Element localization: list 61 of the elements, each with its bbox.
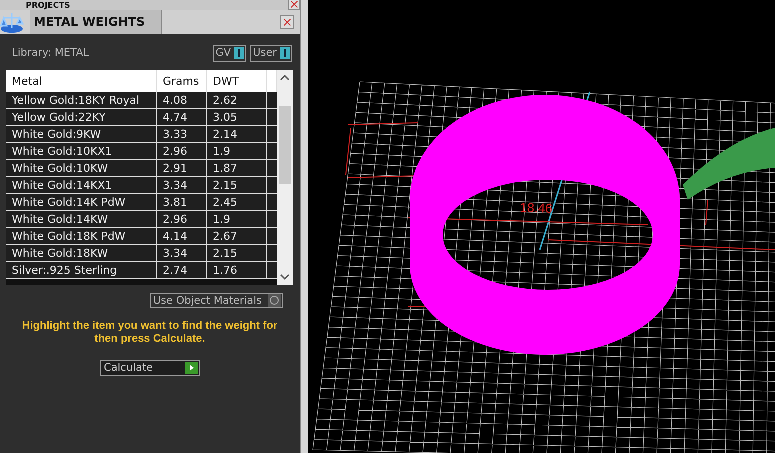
column-header[interactable]: DWT: [207, 70, 267, 92]
table-cell: [267, 160, 277, 177]
column-header: [267, 70, 277, 92]
scrollbar[interactable]: [277, 70, 293, 285]
use-object-materials-button[interactable]: Use Object Materials: [150, 293, 283, 308]
table-cell[interactable]: 2.91: [157, 160, 207, 177]
table-cell[interactable]: 3.05: [207, 109, 267, 126]
table-cell[interactable]: 2.45: [207, 194, 267, 211]
table-cell[interactable]: White Gold:14K PdW: [6, 194, 157, 211]
table-cell: [267, 143, 277, 160]
table-cell[interactable]: 1.87: [207, 160, 267, 177]
close-icon[interactable]: [288, 0, 300, 10]
table-cell: [267, 262, 277, 279]
panel-title: PROJECTS: [25, 2, 70, 10]
table-cell[interactable]: 2.96: [157, 211, 207, 228]
table-cell[interactable]: White Gold:18K PdW: [6, 228, 157, 245]
table-cell: [267, 245, 277, 262]
table-cell[interactable]: 3.34: [157, 177, 207, 194]
column-header[interactable]: Metal: [6, 70, 157, 92]
calculate-button[interactable]: Calculate: [100, 360, 200, 376]
table-cell[interactable]: 4.74: [157, 109, 207, 126]
table-cell[interactable]: 2.96: [157, 143, 207, 160]
table-cell: [267, 194, 277, 211]
table-cell[interactable]: 3.81: [157, 194, 207, 211]
table-cell[interactable]: White Gold:14KX1: [6, 177, 157, 194]
table-cell[interactable]: 2.14: [207, 126, 267, 143]
table-cell[interactable]: 4.08: [157, 92, 207, 109]
toggle-switch[interactable]: GV: [212, 44, 246, 62]
table-cell: [267, 211, 277, 228]
table-cell: [267, 92, 277, 109]
column-header[interactable]: Grams: [157, 70, 207, 92]
toggle-switch[interactable]: User: [250, 44, 292, 62]
table-cell[interactable]: White Gold:9KW: [6, 126, 157, 143]
table-cell[interactable]: 1.9: [207, 143, 267, 160]
table-cell[interactable]: 2.15: [207, 177, 267, 194]
table-cell[interactable]: 2.15: [207, 245, 267, 262]
table-cell[interactable]: 3.33: [157, 126, 207, 143]
library-label: Library: METAL: [12, 47, 90, 59]
table-cell: [267, 109, 277, 126]
table-cell[interactable]: 2.67: [207, 228, 267, 245]
table-cell[interactable]: 3.34: [157, 245, 207, 262]
table-cell: [267, 177, 277, 194]
table-cell[interactable]: White Gold:10KW: [6, 160, 157, 177]
table-cell[interactable]: White Gold:18KW: [6, 245, 157, 262]
close-icon[interactable]: [280, 15, 294, 29]
scale-icon: [0, 10, 26, 34]
table-cell[interactable]: 2.74: [157, 262, 207, 279]
table-cell[interactable]: White Gold:14KW: [6, 211, 157, 228]
table-cell[interactable]: White Gold:10KX1: [6, 143, 157, 160]
table-cell[interactable]: 1.76: [207, 262, 267, 279]
table-cell[interactable]: 4.14: [157, 228, 207, 245]
tool-tab[interactable]: METAL WEIGHTS: [30, 10, 162, 34]
table-cell[interactable]: Yellow Gold:22KY: [6, 109, 157, 126]
table-cell[interactable]: Yellow Gold:18KY Royal: [6, 92, 157, 109]
instruction-text: Highlight the item you want to find the weight for then press Calculate.: [21, 320, 279, 346]
table-cell: [267, 228, 277, 245]
scrollbar-thumb[interactable]: [279, 106, 291, 184]
table-cell[interactable]: 1.9: [207, 211, 267, 228]
table-cell[interactable]: 2.62: [207, 92, 267, 109]
table-cell[interactable]: Silver:.925 Sterling: [6, 262, 157, 279]
table-cell: [267, 126, 277, 143]
